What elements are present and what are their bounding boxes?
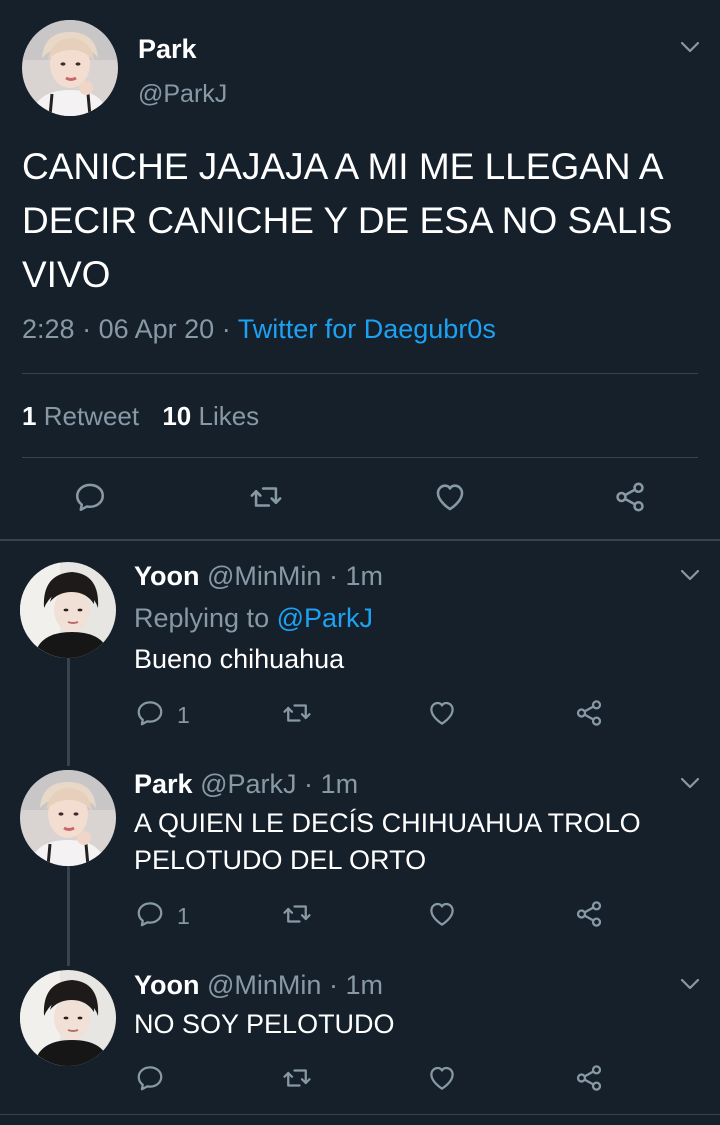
reply-count: 1 bbox=[177, 702, 190, 728]
meta-separator: · bbox=[328, 970, 338, 1000]
divider bbox=[0, 1114, 720, 1115]
reply-icon[interactable] bbox=[135, 899, 165, 929]
reply-handle[interactable]: @ParkJ bbox=[200, 769, 296, 799]
reply-count: 1 bbox=[177, 903, 190, 929]
main-tweet-meta: 2:28 · 06 Apr 20 · Twitter for Daegubr0s bbox=[22, 314, 496, 345]
reply-icon[interactable] bbox=[73, 480, 107, 514]
section-divider bbox=[0, 539, 720, 541]
reply-display-name[interactable]: Park bbox=[134, 769, 193, 799]
reply-header: Yoon @MinMin · 1m bbox=[134, 970, 383, 1001]
reply-time: 1m bbox=[320, 769, 359, 799]
reply-time: 1m bbox=[345, 561, 383, 591]
main-tweet-handle[interactable]: @ParkJ bbox=[138, 80, 227, 109]
thread-line bbox=[67, 866, 70, 966]
like-count: 10 bbox=[162, 401, 192, 431]
heart-icon[interactable] bbox=[427, 1063, 457, 1093]
likes-stat[interactable]: 10 Likes bbox=[162, 401, 259, 431]
retweet-count: 1 bbox=[22, 401, 37, 431]
reply-text: NO SOY PELOTUDO bbox=[134, 1009, 395, 1039]
chevron-down-icon[interactable] bbox=[679, 776, 701, 790]
retweet-stat[interactable]: 1 Retweet bbox=[22, 401, 146, 431]
chevron-down-icon[interactable] bbox=[679, 568, 701, 582]
thread-line bbox=[67, 658, 70, 766]
reply-time: 1m bbox=[345, 970, 383, 1000]
replying-to: Replying to @ParkJ bbox=[134, 603, 373, 634]
engagement-stats: 1 Retweet 10 Likes bbox=[22, 401, 259, 432]
retweet-icon[interactable] bbox=[281, 1063, 313, 1093]
reply-text-line-2: PELOTUDO DEL ORTO bbox=[134, 845, 427, 875]
share-icon[interactable] bbox=[574, 698, 604, 728]
avatar-park[interactable] bbox=[20, 770, 116, 866]
heart-icon[interactable] bbox=[433, 480, 467, 514]
retweet-label: Retweet bbox=[43, 401, 140, 431]
tweet-date: 06 Apr 20 bbox=[98, 314, 215, 344]
reply-handle[interactable]: @MinMin bbox=[207, 561, 321, 591]
reply-header: Park @ParkJ · 1m bbox=[134, 769, 358, 800]
reply-icon[interactable] bbox=[135, 1063, 165, 1093]
avatar-yoon[interactable] bbox=[20, 562, 116, 658]
chevron-down-icon[interactable] bbox=[679, 977, 701, 991]
reply-text: Bueno chihuahua bbox=[134, 644, 345, 674]
meta-separator: · bbox=[304, 769, 314, 799]
retweet-icon[interactable] bbox=[281, 899, 313, 929]
heart-icon[interactable] bbox=[427, 698, 457, 728]
tweet-time: 2:28 bbox=[22, 314, 75, 344]
share-icon[interactable] bbox=[574, 899, 604, 929]
divider bbox=[22, 457, 698, 458]
share-icon[interactable] bbox=[574, 1063, 604, 1093]
retweet-icon[interactable] bbox=[281, 698, 313, 728]
reply-display-name[interactable]: Yoon bbox=[134, 561, 199, 591]
main-tweet-display-name[interactable]: Park bbox=[138, 34, 197, 65]
like-label: Likes bbox=[198, 401, 260, 431]
tweet-source-link[interactable]: Twitter for Daegubr0s bbox=[238, 314, 496, 344]
meta-separator: · bbox=[328, 561, 338, 591]
reply-display-name[interactable]: Yoon bbox=[134, 970, 199, 1000]
reply-text-line-1: A QUIEN LE DECÍS CHIHUAHUA TROLO bbox=[134, 808, 641, 838]
heart-icon[interactable] bbox=[427, 899, 457, 929]
reply-header: Yoon @MinMin · 1m bbox=[134, 561, 383, 592]
share-icon[interactable] bbox=[613, 480, 647, 514]
replying-to-link[interactable]: @ParkJ bbox=[277, 603, 373, 633]
main-tweet-text: CANICHE JAJAJA A MI ME LLEGAN A DECIR CA… bbox=[22, 146, 673, 295]
meta-separator: · bbox=[82, 314, 92, 344]
reply-handle[interactable]: @MinMin bbox=[207, 970, 321, 1000]
avatar-park[interactable] bbox=[22, 20, 118, 116]
reply-icon[interactable] bbox=[135, 698, 165, 728]
avatar-yoon[interactable] bbox=[20, 970, 116, 1066]
meta-separator: · bbox=[221, 314, 231, 344]
retweet-icon[interactable] bbox=[248, 480, 284, 514]
chevron-down-icon[interactable] bbox=[679, 40, 701, 54]
divider bbox=[22, 373, 698, 374]
replying-prefix: Replying to bbox=[134, 603, 270, 633]
